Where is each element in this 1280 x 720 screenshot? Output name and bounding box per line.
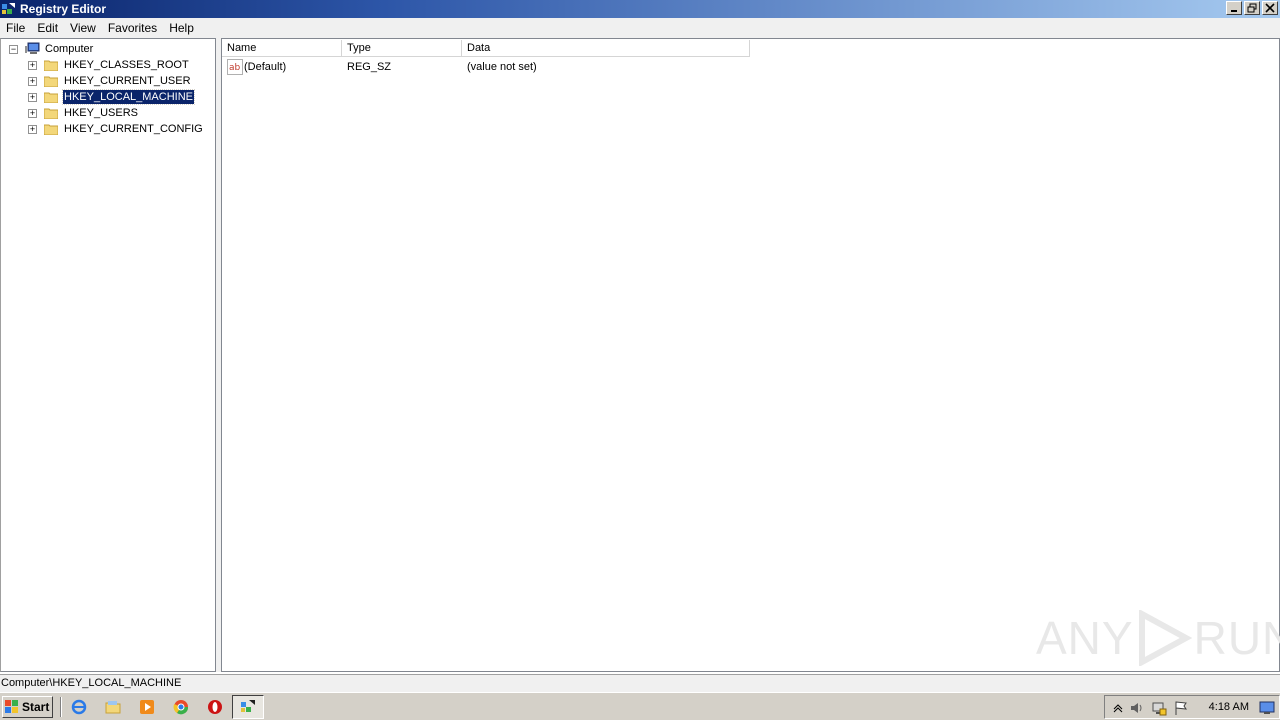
- start-button[interactable]: Start: [2, 696, 53, 718]
- start-label: Start: [22, 700, 50, 714]
- collapse-icon[interactable]: −: [9, 45, 18, 54]
- menu-bar: File Edit View Favorites Help: [0, 18, 1280, 38]
- minimize-icon: [1231, 10, 1237, 12]
- tree-item-hkey-current-config[interactable]: + HKEY_CURRENT_CONFIG: [1, 121, 215, 137]
- menu-help[interactable]: Help: [163, 18, 200, 38]
- restore-icon: [1247, 3, 1257, 13]
- regedit-icon: [241, 700, 255, 712]
- expand-icon[interactable]: +: [28, 77, 37, 86]
- network-icon[interactable]: [1151, 700, 1167, 716]
- column-header-data[interactable]: Data: [462, 40, 750, 57]
- title-bar[interactable]: Registry Editor: [0, 0, 1280, 18]
- explorer-icon[interactable]: [104, 698, 122, 716]
- action-center-flag-icon[interactable]: [1173, 700, 1189, 716]
- regedit-app-icon: [2, 3, 15, 14]
- play-logo-icon: [1138, 610, 1192, 666]
- menu-file[interactable]: File: [0, 18, 31, 38]
- menu-edit[interactable]: Edit: [31, 18, 64, 38]
- tree-label-computer: Computer: [45, 43, 94, 55]
- value-name: (Default): [244, 61, 287, 73]
- tree-item-hkey-classes-root[interactable]: + HKEY_CLASSES_ROOT: [1, 57, 215, 73]
- tree-item-hkey-local-machine[interactable]: + HKEY_LOCAL_MACHINE: [1, 89, 215, 105]
- expand-icon[interactable]: +: [28, 93, 37, 102]
- tree-item-hkey-current-user[interactable]: + HKEY_CURRENT_USER: [1, 73, 215, 89]
- tree-label: HKEY_CLASSES_ROOT: [64, 59, 189, 71]
- tree-label-selected: HKEY_LOCAL_MACHINE: [62, 89, 195, 105]
- regedit-taskbar-button[interactable]: [232, 695, 264, 719]
- folder-icon: [44, 124, 58, 135]
- volume-icon[interactable]: [1129, 700, 1145, 716]
- media-player-icon[interactable]: [138, 698, 156, 716]
- column-header-type[interactable]: Type: [342, 40, 462, 57]
- windows-logo-icon: [5, 700, 18, 713]
- values-pane[interactable]: Name Type Data ab (Default) REG_SZ (valu…: [221, 38, 1280, 672]
- expand-icon[interactable]: +: [28, 125, 37, 134]
- computer-icon: [25, 42, 40, 54]
- close-icon: [1265, 3, 1275, 13]
- folder-icon: [44, 92, 58, 103]
- value-row[interactable]: ab (Default) REG_SZ (value not set): [222, 58, 1279, 76]
- opera-icon[interactable]: [206, 698, 224, 716]
- system-tray: 4:18 AM: [1104, 695, 1280, 719]
- menu-view[interactable]: View: [64, 18, 102, 38]
- taskbar-separator: [60, 697, 62, 717]
- folder-icon: [44, 76, 58, 87]
- tree-item-hkey-users[interactable]: + HKEY_USERS: [1, 105, 215, 121]
- svg-text:ab: ab: [229, 63, 241, 73]
- taskbar: Start 4:18 AM: [0, 692, 1280, 720]
- close-button[interactable]: [1262, 1, 1278, 15]
- folder-icon: [44, 108, 58, 119]
- window-title: Registry Editor: [20, 2, 107, 16]
- chrome-icon[interactable]: [172, 698, 190, 716]
- expand-icon[interactable]: +: [28, 61, 37, 70]
- show-desktop-icon[interactable]: [1259, 700, 1275, 716]
- status-path: Computer\HKEY_LOCAL_MACHINE: [1, 677, 182, 689]
- show-hidden-icons-icon[interactable]: [1110, 700, 1126, 716]
- watermark-text-right: RUN: [1193, 612, 1280, 664]
- tree-label: HKEY_CURRENT_USER: [64, 75, 191, 87]
- string-value-icon: ab: [227, 59, 243, 75]
- clock[interactable]: 4:18 AM: [1209, 701, 1249, 713]
- tree-item-computer[interactable]: − Computer: [1, 41, 215, 57]
- tree-pane[interactable]: − Computer + HKEY_CLASSES_ROOT + HKEY_CU…: [0, 38, 216, 672]
- watermark-text-left: ANY: [1036, 612, 1134, 664]
- folder-icon: [44, 60, 58, 71]
- status-bar: Computer\HKEY_LOCAL_MACHINE: [0, 674, 1280, 692]
- column-header-name[interactable]: Name: [222, 40, 342, 57]
- expand-icon[interactable]: +: [28, 109, 37, 118]
- minimize-button[interactable]: [1226, 1, 1242, 15]
- tree-label: HKEY_CURRENT_CONFIG: [64, 123, 203, 135]
- value-type: REG_SZ: [347, 61, 392, 73]
- restore-button[interactable]: [1244, 1, 1260, 15]
- value-data: (value not set): [467, 61, 537, 73]
- anyrun-watermark: ANY RUN: [1036, 610, 1280, 666]
- menu-favorites[interactable]: Favorites: [102, 18, 163, 38]
- tree-label: HKEY_USERS: [64, 107, 138, 119]
- ie-icon[interactable]: [70, 698, 88, 716]
